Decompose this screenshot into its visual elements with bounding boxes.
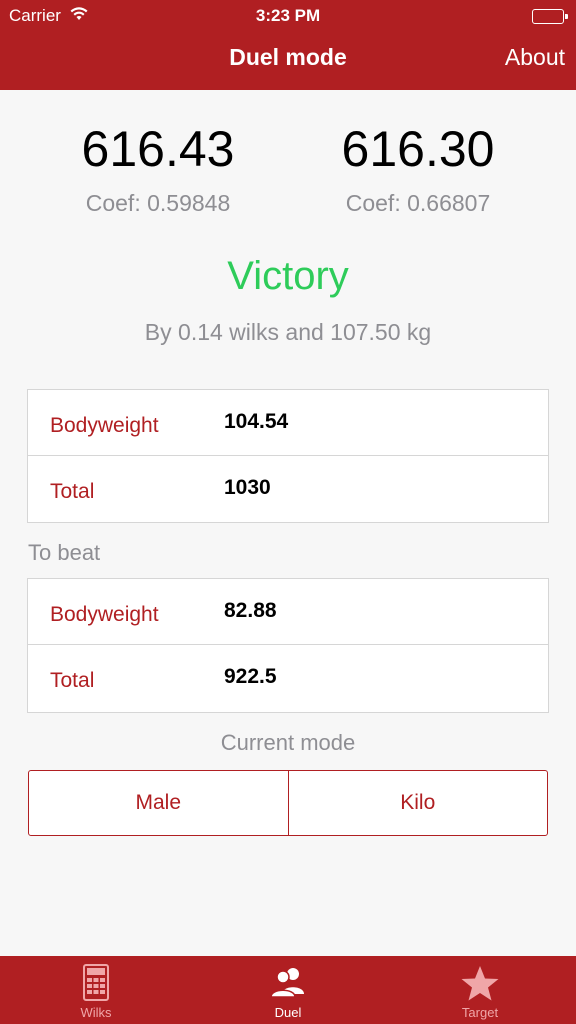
current-mode-heading: Current mode <box>220 730 356 755</box>
result-detail: By 0.14 wilks and 107.50 kg <box>144 319 432 345</box>
navigation-bar: Carrier 3:23 PM Duel mode About <box>0 0 576 90</box>
clock: 3:23 PM <box>255 6 321 25</box>
page-title: Duel mode <box>229 44 347 70</box>
tab-duel-label: Duel <box>274 1005 302 1020</box>
opponent-total-input[interactable]: 922.5 <box>224 665 277 689</box>
users-icon <box>268 964 308 1002</box>
bodyweight-input[interactable]: 104.54 <box>224 410 288 434</box>
opponent-total-label: Total <box>50 669 95 692</box>
bodyweight-row[interactable]: Bodyweight 104.54 <box>28 390 548 456</box>
mode-male-button[interactable]: Male <box>29 771 288 835</box>
tab-duel[interactable]: Duel <box>192 956 384 1024</box>
score-value-right: 616.30 <box>341 121 495 177</box>
about-button[interactable]: About <box>505 44 565 71</box>
tab-target-label: Target <box>461 1005 499 1020</box>
opponent-bodyweight-input[interactable]: 82.88 <box>224 599 277 623</box>
calculator-icon <box>76 964 116 1002</box>
result-label: Victory <box>227 254 349 298</box>
you-card: Bodyweight 104.54 Total 1030 <box>27 389 549 523</box>
star-icon <box>460 964 500 1002</box>
tab-bar: Wilks Duel Target <box>0 956 576 1024</box>
total-label: Total <box>50 480 95 503</box>
score-left: 616.43 Coef: 0.59848 <box>14 118 302 217</box>
coef-left: Coef: 0.59848 <box>85 190 231 216</box>
tab-wilks[interactable]: Wilks <box>0 956 192 1024</box>
status-bar: Carrier 3:23 PM <box>0 0 576 32</box>
coef-right: Coef: 0.66807 <box>345 190 491 216</box>
score-value-left: 616.43 <box>81 121 235 177</box>
opponent-total-row[interactable]: Total 922.5 <box>28 645 548 711</box>
battery-icon <box>532 9 568 24</box>
total-input[interactable]: 1030 <box>224 476 271 500</box>
opponent-bodyweight-row[interactable]: Bodyweight 82.88 <box>28 579 548 645</box>
mode-kilo-button[interactable]: Kilo <box>287 771 548 835</box>
tab-target[interactable]: Target <box>384 956 576 1024</box>
mode-segmented-control: Male Kilo <box>28 770 548 836</box>
to-beat-heading: To beat <box>28 540 101 565</box>
opponent-bodyweight-label: Bodyweight <box>50 603 159 626</box>
scores-panel: 616.43 Coef: 0.59848 616.30 Coef: 0.6680… <box>0 118 576 228</box>
total-row[interactable]: Total 1030 <box>28 456 548 522</box>
to-beat-card: Bodyweight 82.88 Total 922.5 <box>27 578 549 713</box>
tab-wilks-label: Wilks <box>80 1005 112 1020</box>
bodyweight-label: Bodyweight <box>50 414 159 437</box>
score-right: 616.30 Coef: 0.66807 <box>274 118 562 217</box>
